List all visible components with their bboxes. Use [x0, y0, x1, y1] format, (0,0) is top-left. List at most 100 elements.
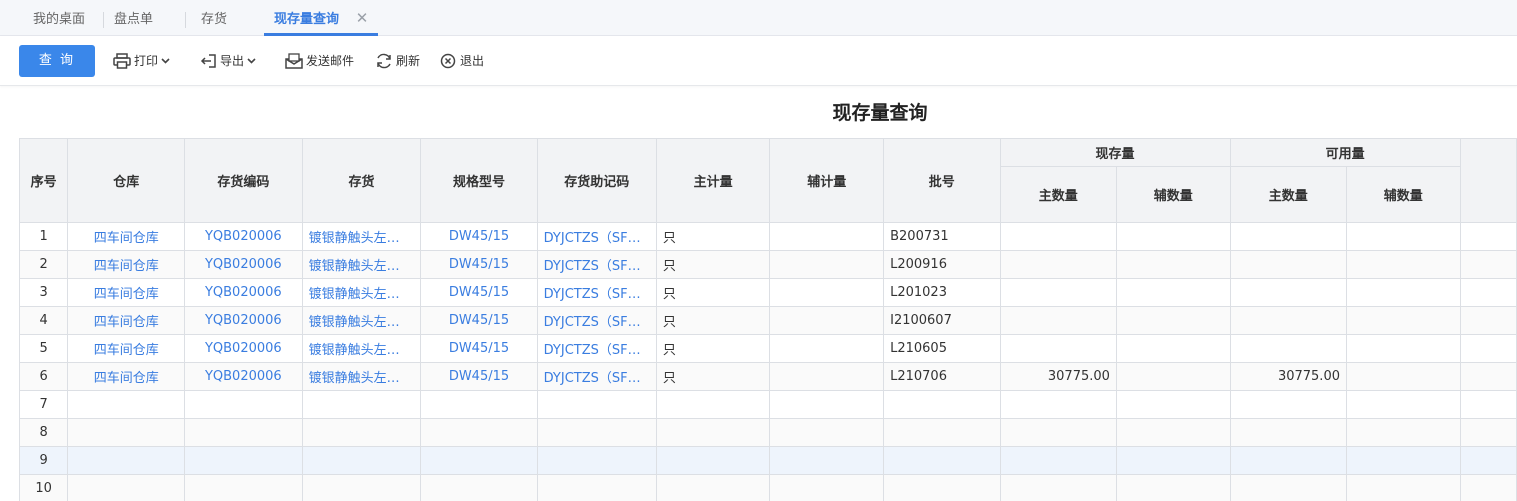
cell-inv-code[interactable]: YQB020006: [184, 222, 303, 251]
cell-spec[interactable]: DW45/15: [420, 250, 538, 279]
table-row[interactable]: 3 四车间仓库 YQB020006 镀银静触头左… DW45/15 DYJCTZS（SF……: [18, 278, 1517, 307]
cell-avail-main-qty[interactable]: [1229, 334, 1347, 363]
cell-batch[interactable]: B200731: [883, 222, 1001, 251]
cell-inventory[interactable]: [301, 474, 422, 501]
cell-spec[interactable]: [420, 446, 538, 475]
cell-batch[interactable]: L201023: [883, 278, 1001, 307]
cell-spec[interactable]: DW45/15: [420, 334, 538, 363]
cell-onhand-aux-qty[interactable]: [1115, 278, 1231, 307]
cell-aux-unit[interactable]: [769, 474, 885, 501]
cell-mnemonic[interactable]: [536, 446, 657, 475]
cell-spec[interactable]: [420, 418, 538, 447]
cell-avail-aux-qty[interactable]: [1345, 446, 1461, 475]
cell-warehouse[interactable]: [67, 446, 186, 475]
cell-main-unit[interactable]: 只: [655, 278, 771, 307]
table-row[interactable]: 9: [18, 446, 1517, 475]
close-icon[interactable]: ✕: [355, 11, 369, 26]
refresh-button[interactable]: 刷新: [375, 50, 420, 72]
cell-spec[interactable]: DW45/15: [420, 362, 538, 391]
table-row[interactable]: 7: [18, 390, 1517, 419]
cell-main-unit[interactable]: 只: [655, 334, 771, 363]
cell-mnemonic[interactable]: DYJCTZS（SF…: [536, 362, 657, 391]
cell-onhand-main-qty[interactable]: 30775.00: [999, 362, 1117, 391]
cell-seq[interactable]: 3: [18, 278, 69, 307]
cell-mnemonic[interactable]: DYJCTZS（SF…: [536, 250, 657, 279]
col-header-onhand-main-qty[interactable]: 主数量: [999, 166, 1117, 223]
col-header-aux-unit[interactable]: 辅计量: [769, 138, 885, 223]
cell-seq[interactable]: 4: [18, 306, 69, 335]
cell-seq[interactable]: 10: [18, 474, 69, 501]
cell-onhand-main-qty[interactable]: [999, 334, 1117, 363]
cell-mnemonic[interactable]: [536, 390, 657, 419]
cell-mnemonic[interactable]: [536, 418, 657, 447]
cell-onhand-main-qty[interactable]: [999, 250, 1117, 279]
col-header-batch[interactable]: 批号: [883, 138, 1001, 223]
cell-inv-code[interactable]: YQB020006: [184, 250, 303, 279]
cell-mnemonic[interactable]: DYJCTZS（SF…: [536, 306, 657, 335]
print-button[interactable]: 打印: [113, 50, 170, 72]
tab-stocktake[interactable]: 盘点单: [114, 0, 153, 36]
cell-aux-unit[interactable]: [769, 390, 885, 419]
cell-inventory[interactable]: 镀银静触头左…: [301, 334, 422, 363]
cell-aux-unit[interactable]: [769, 334, 885, 363]
col-header-warehouse[interactable]: 仓库: [67, 138, 186, 223]
cell-batch[interactable]: L200916: [883, 250, 1001, 279]
cell-seq[interactable]: 2: [18, 250, 69, 279]
cell-avail-main-qty[interactable]: [1229, 390, 1347, 419]
cell-batch[interactable]: [883, 418, 1001, 447]
cell-warehouse[interactable]: 四车间仓库: [67, 222, 186, 251]
cell-avail-main-qty[interactable]: [1229, 418, 1347, 447]
cell-mnemonic[interactable]: DYJCTZS（SF…: [536, 278, 657, 307]
cell-aux-unit[interactable]: [769, 418, 885, 447]
cell-warehouse[interactable]: 四车间仓库: [67, 250, 186, 279]
cell-onhand-aux-qty[interactable]: [1115, 446, 1231, 475]
cell-inventory[interactable]: [301, 418, 422, 447]
query-button[interactable]: 查 询: [19, 45, 95, 77]
send-email-button[interactable]: 发送邮件: [285, 50, 354, 72]
cell-seq[interactable]: 6: [18, 362, 69, 391]
cell-inventory[interactable]: [301, 390, 422, 419]
cell-aux-unit[interactable]: [769, 278, 885, 307]
cell-inv-code[interactable]: [184, 474, 303, 501]
cell-onhand-main-qty[interactable]: [999, 474, 1117, 501]
cell-inv-code[interactable]: YQB020006: [184, 362, 303, 391]
cell-avail-main-qty[interactable]: 30775.00: [1229, 362, 1347, 391]
cell-onhand-aux-qty[interactable]: [1115, 390, 1231, 419]
cell-onhand-aux-qty[interactable]: [1115, 334, 1231, 363]
cell-warehouse[interactable]: 四车间仓库: [67, 362, 186, 391]
cell-onhand-aux-qty[interactable]: [1115, 362, 1231, 391]
col-header-spec[interactable]: 规格型号: [420, 138, 538, 223]
cell-seq[interactable]: 5: [18, 334, 69, 363]
cell-inventory[interactable]: 镀银静触头左…: [301, 278, 422, 307]
cell-avail-main-qty[interactable]: [1229, 306, 1347, 335]
cell-main-unit[interactable]: [655, 390, 771, 419]
cell-main-unit[interactable]: [655, 446, 771, 475]
cell-inv-code[interactable]: [184, 446, 303, 475]
cell-warehouse[interactable]: [67, 390, 186, 419]
cell-inventory[interactable]: [301, 446, 422, 475]
cell-onhand-main-qty[interactable]: [999, 222, 1117, 251]
cell-onhand-aux-qty[interactable]: [1115, 306, 1231, 335]
cell-aux-unit[interactable]: [769, 222, 885, 251]
cell-spec[interactable]: [420, 474, 538, 501]
cell-avail-main-qty[interactable]: [1229, 446, 1347, 475]
tab-onhand-query[interactable]: 现存量查询: [274, 0, 339, 36]
cell-seq[interactable]: 9: [18, 446, 69, 475]
cell-spec[interactable]: [420, 390, 538, 419]
cell-aux-unit[interactable]: [769, 446, 885, 475]
col-header-seq[interactable]: 序号: [18, 138, 69, 223]
cell-avail-main-qty[interactable]: [1229, 250, 1347, 279]
cell-avail-aux-qty[interactable]: [1345, 222, 1461, 251]
col-header-inv-code[interactable]: 存货编码: [184, 138, 303, 223]
cell-onhand-main-qty[interactable]: [999, 278, 1117, 307]
cell-avail-main-qty[interactable]: [1229, 278, 1347, 307]
cell-onhand-aux-qty[interactable]: [1115, 418, 1231, 447]
col-header-mnemonic[interactable]: 存货助记码: [536, 138, 657, 223]
cell-onhand-aux-qty[interactable]: [1115, 250, 1231, 279]
cell-spec[interactable]: DW45/15: [420, 222, 538, 251]
cell-batch[interactable]: L210706: [883, 362, 1001, 391]
cell-avail-aux-qty[interactable]: [1345, 362, 1461, 391]
col-header-avail-main-qty[interactable]: 主数量: [1229, 166, 1347, 223]
export-button[interactable]: 导出: [200, 50, 256, 72]
cell-aux-unit[interactable]: [769, 362, 885, 391]
